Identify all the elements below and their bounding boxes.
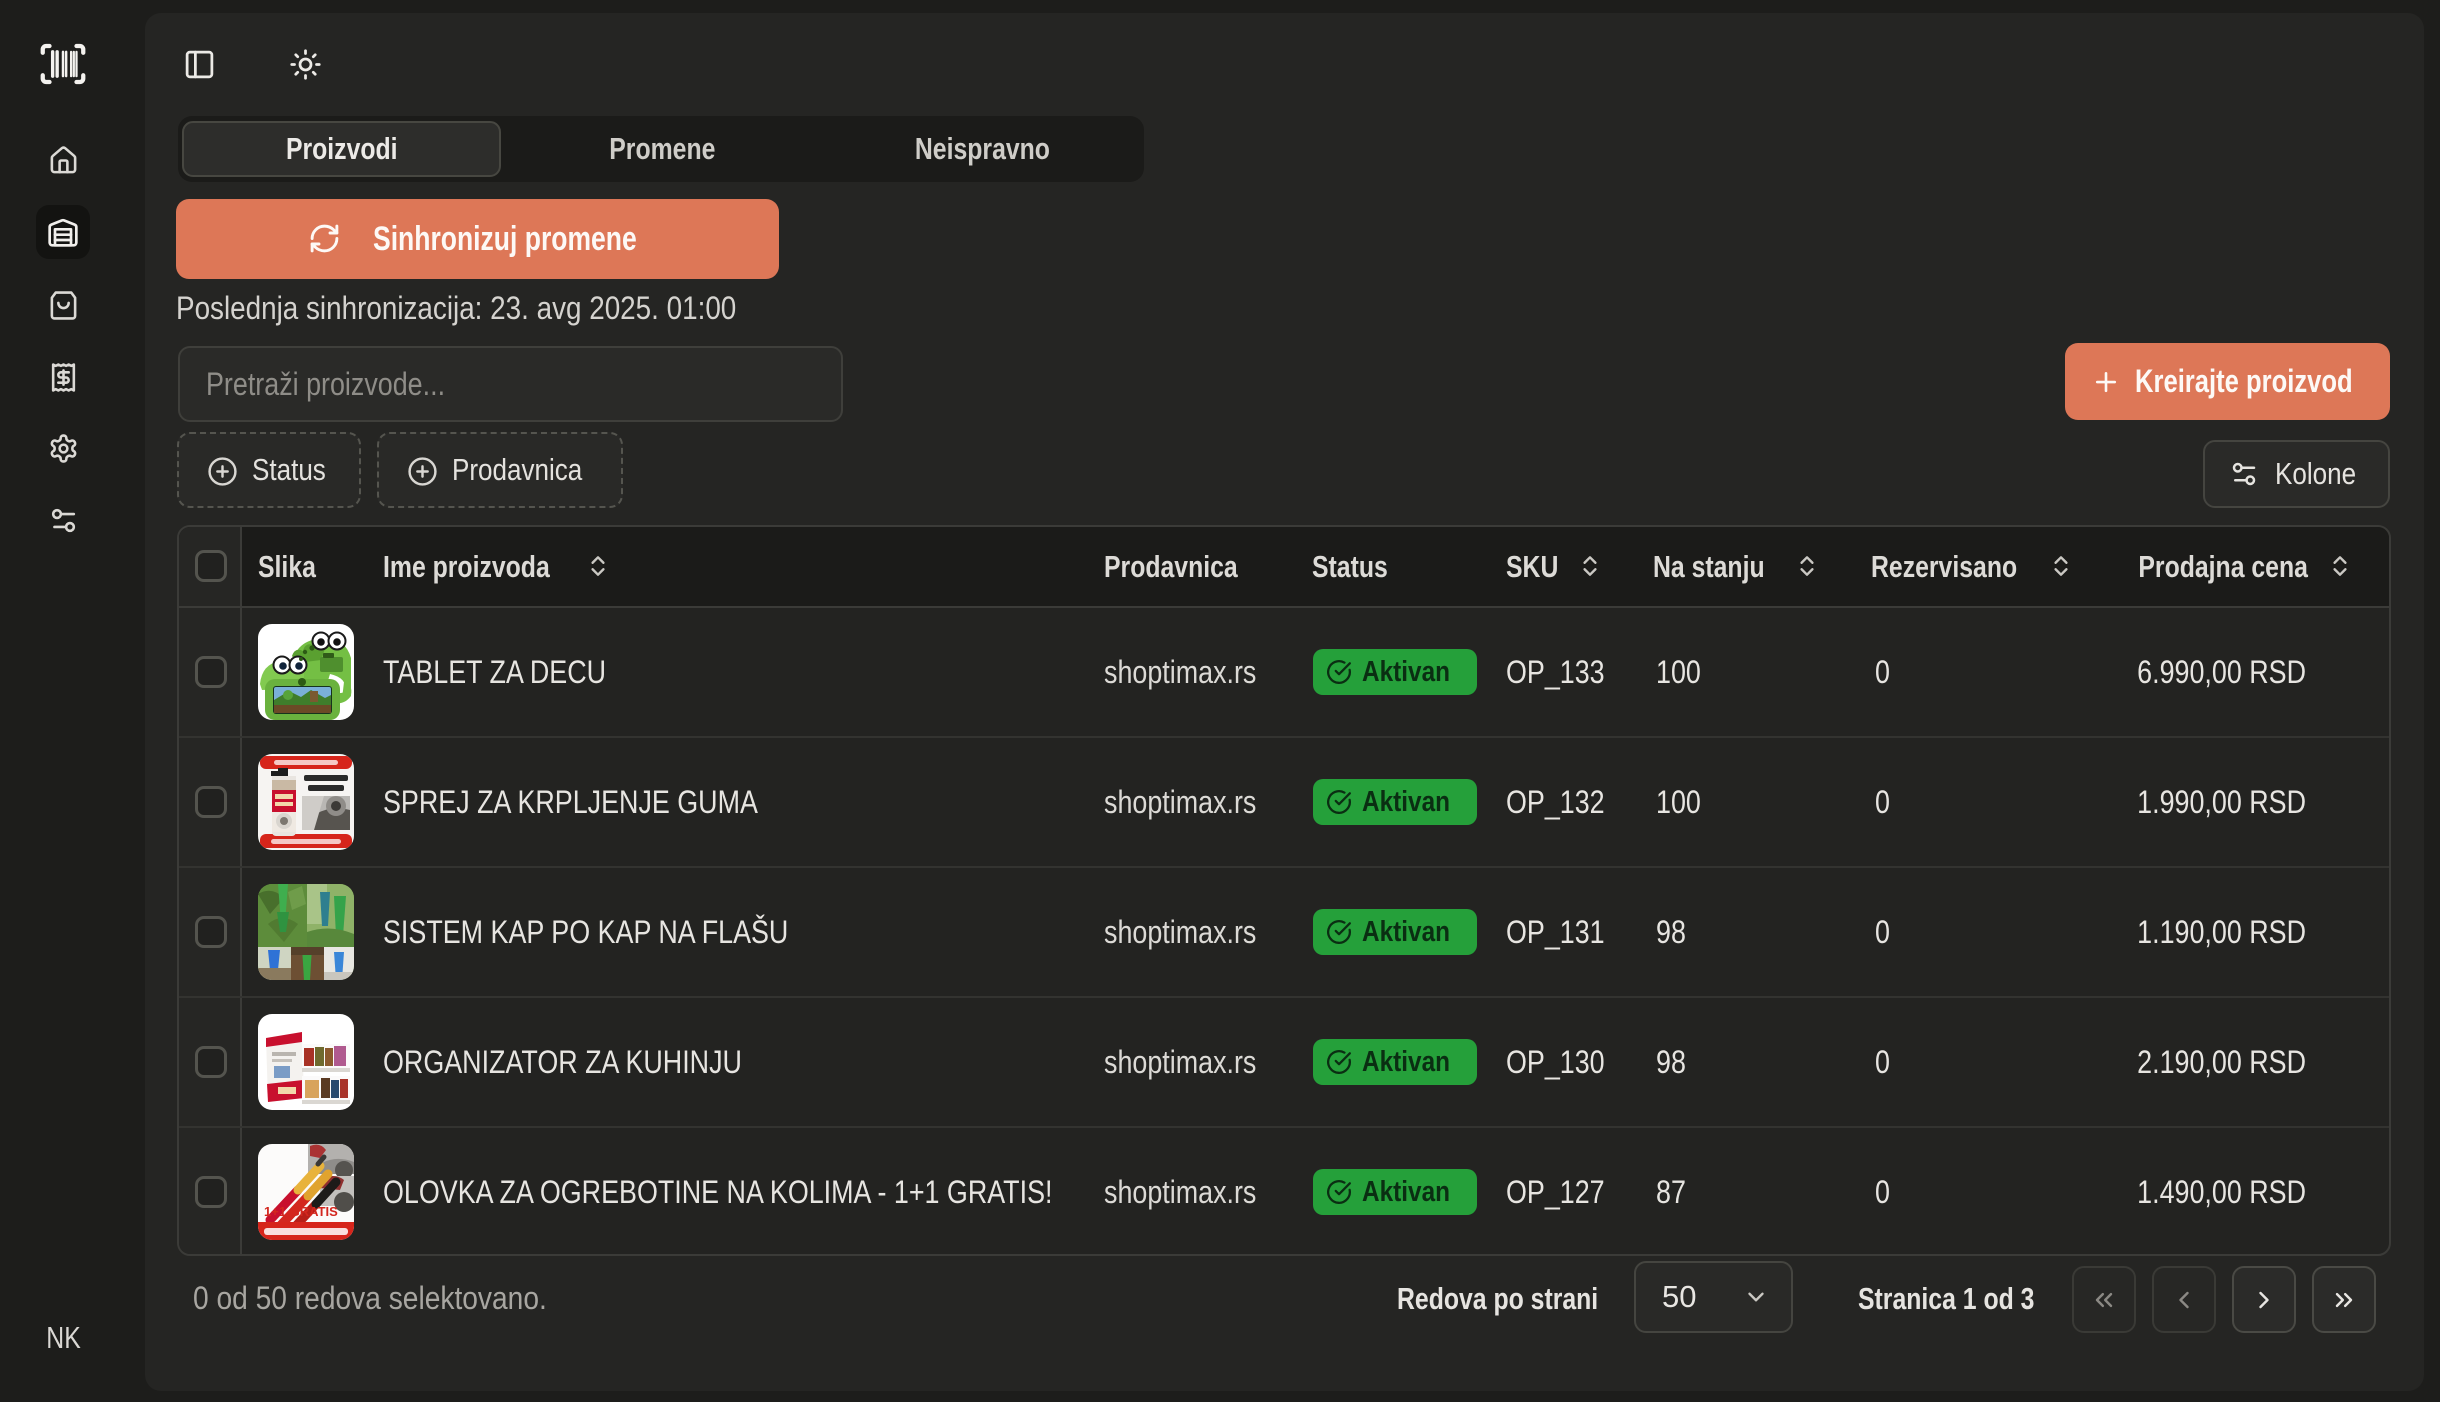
svg-text:1+1 GRATIS: 1+1 GRATIS	[264, 1204, 338, 1219]
